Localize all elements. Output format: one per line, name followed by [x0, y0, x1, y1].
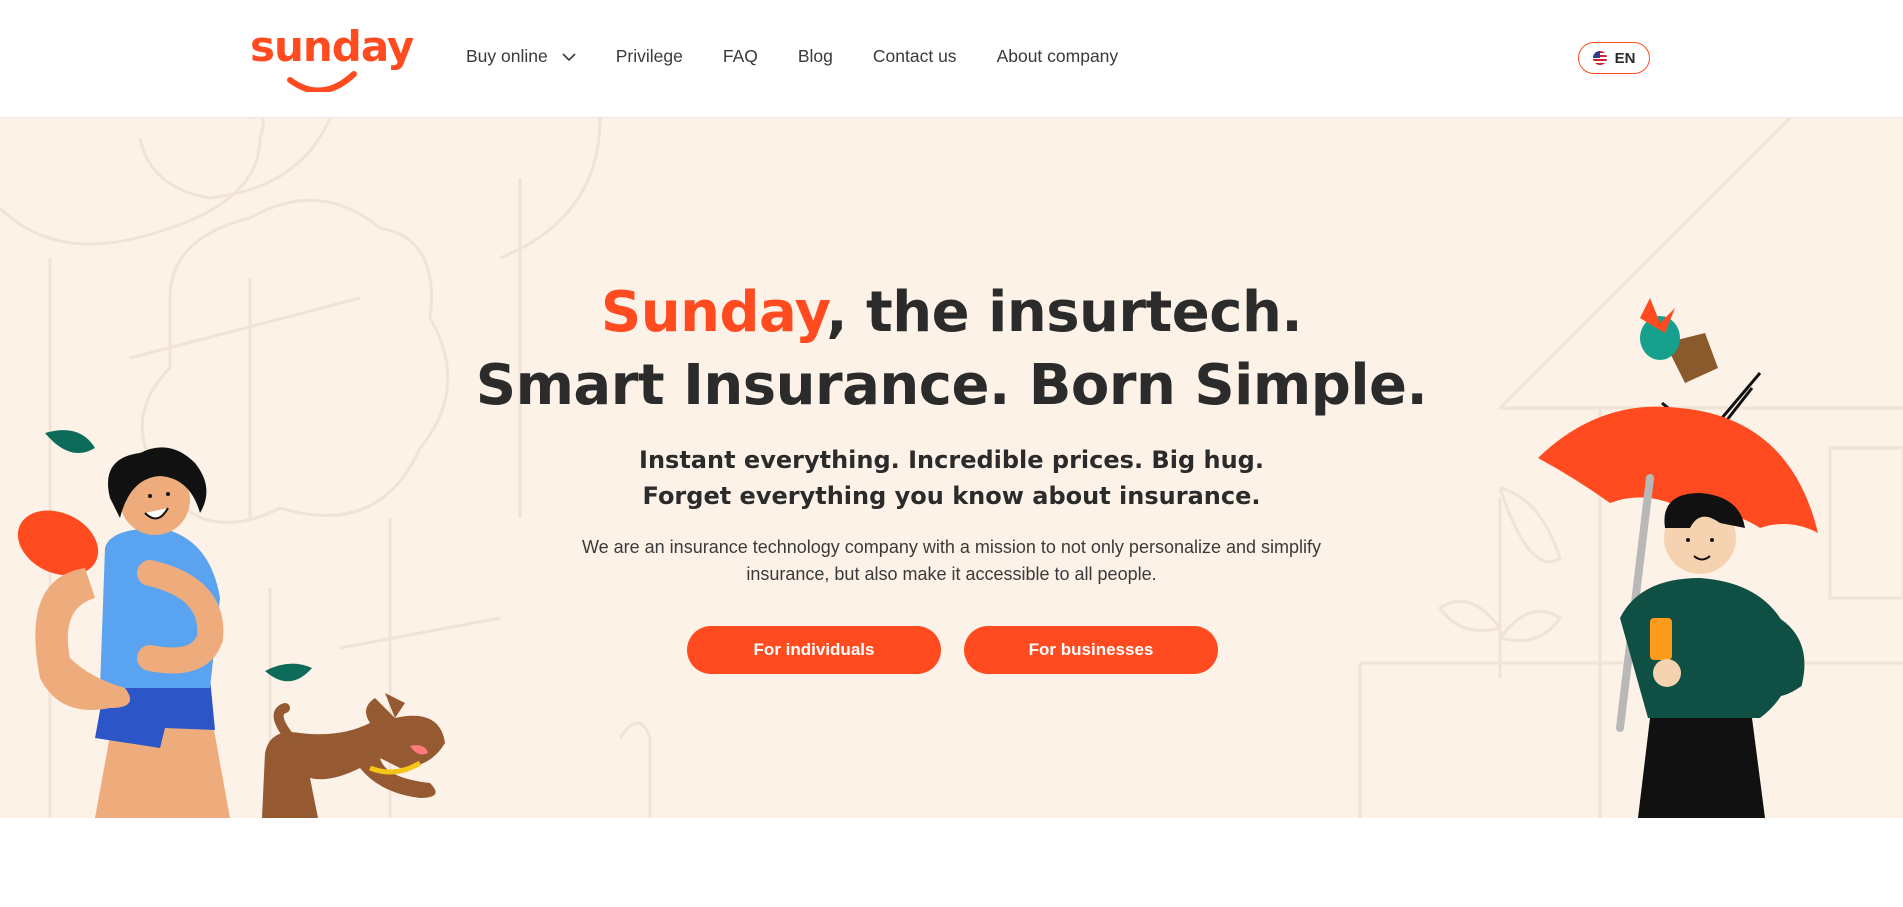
logo-smile-icon — [287, 71, 357, 92]
nav-privilege[interactable]: Privilege — [616, 46, 683, 67]
nav-blog-label: Blog — [797, 46, 833, 66]
sunday-logo[interactable]: sunday — [250, 22, 414, 92]
hero-headline-rest: , the insurtech. — [826, 280, 1303, 345]
us-flag-icon — [1592, 51, 1607, 65]
nav-buy-online-label: Buy online — [466, 46, 548, 66]
nav-blog[interactable]: Blog — [798, 46, 833, 67]
hero-description: We are an insurance technology company w… — [581, 537, 1322, 584]
hero-section: Sunday, the insurtech. Smart Insurance. … — [0, 118, 1903, 818]
language-selector[interactable]: EN — [1578, 42, 1650, 74]
main-nav: Buy online Privilege FAQ Blog Contact us… — [466, 46, 1158, 67]
nav-faq-label: FAQ — [722, 46, 758, 66]
nav-privilege-label: Privilege — [615, 46, 683, 66]
hero-headline-brand: Sunday — [600, 280, 827, 345]
for-individuals-button[interactable]: For individuals — [687, 626, 941, 674]
phone-icon — [1650, 618, 1672, 660]
nav-faq[interactable]: FAQ — [723, 46, 758, 67]
for-businesses-button[interactable]: For businesses — [964, 626, 1218, 674]
hero-headline-line1: Sunday, the insurtech. — [0, 280, 1903, 345]
site-header: sunday Buy online Privilege FAQ Blog Con… — [0, 0, 1903, 118]
hero-headline-line2: Smart Insurance. Born Simple. — [475, 353, 1428, 418]
language-code: EN — [1614, 49, 1636, 67]
chevron-down-icon — [562, 52, 576, 61]
nav-buy-online[interactable]: Buy online — [466, 46, 576, 67]
hero-subheadline-1: Instant everything. Incredible prices. B… — [639, 446, 1264, 474]
nav-contact-us[interactable]: Contact us — [873, 46, 957, 67]
nav-about-company-label: About company — [996, 46, 1119, 66]
hero-subheadline-2: Forget everything you know about insuran… — [642, 482, 1261, 510]
nav-contact-us-label: Contact us — [872, 46, 957, 66]
nav-about-company[interactable]: About company — [997, 46, 1119, 67]
